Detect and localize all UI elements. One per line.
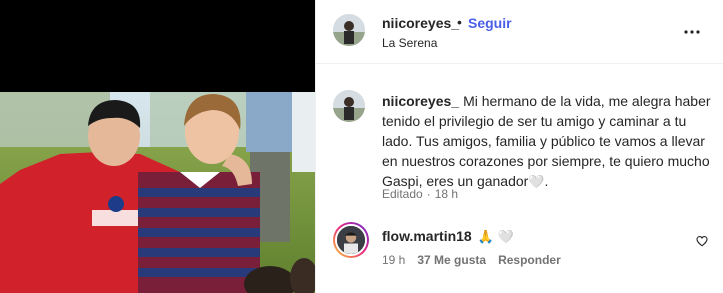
comment: flow.martin18 🙏 🤍 <box>382 226 514 247</box>
post-location[interactable]: La Serena <box>382 36 437 50</box>
more-horizontal-icon[interactable] <box>683 24 701 40</box>
heart-outline-icon[interactable] <box>696 235 708 247</box>
caption-meta: Editado · 18 h <box>382 187 462 201</box>
reply-button[interactable]: Responder <box>498 253 561 267</box>
follow-button[interactable]: Seguir <box>468 15 512 31</box>
post-photo <box>0 92 315 293</box>
header-separator: • <box>457 14 462 30</box>
author-avatar[interactable] <box>333 14 365 46</box>
author-username[interactable]: niicoreyes_ <box>382 15 459 31</box>
commenter-username[interactable]: flow.martin18 <box>382 228 472 244</box>
caption-author-avatar[interactable] <box>333 90 365 122</box>
caption-username[interactable]: niicoreyes_ <box>382 93 459 109</box>
comment-meta: 19 h 37 Me gusta Responder <box>382 253 573 267</box>
caption-timestamp[interactable]: 18 h <box>435 187 458 201</box>
folded-hands-emoji: 🙏 <box>477 229 494 244</box>
caption-meta-separator: · <box>426 187 431 201</box>
white-heart-emoji: 🤍 <box>497 229 514 244</box>
post-media[interactable] <box>0 0 315 293</box>
edited-label: Editado <box>382 187 423 201</box>
comment-timestamp[interactable]: 19 h <box>382 253 405 267</box>
comment-likes-count[interactable]: 37 Me gusta <box>417 253 486 267</box>
author-avatar-image <box>333 14 365 46</box>
caption-avatar-image <box>333 90 365 122</box>
commenter-avatar-story-ring[interactable] <box>333 222 369 258</box>
commenter-avatar-image <box>337 226 365 254</box>
caption-white-heart-emoji: 🤍 <box>528 174 545 189</box>
commenter-avatar <box>335 224 367 256</box>
post-caption: niicoreyes_ Mi hermano de la vida, me ale… <box>382 91 714 192</box>
post-header: niicoreyes_ • Seguir La Serena <box>316 0 723 64</box>
post-side-panel: niicoreyes_ • Seguir La Serena niicoreye… <box>315 0 723 293</box>
caption-trailing: . <box>544 173 549 189</box>
